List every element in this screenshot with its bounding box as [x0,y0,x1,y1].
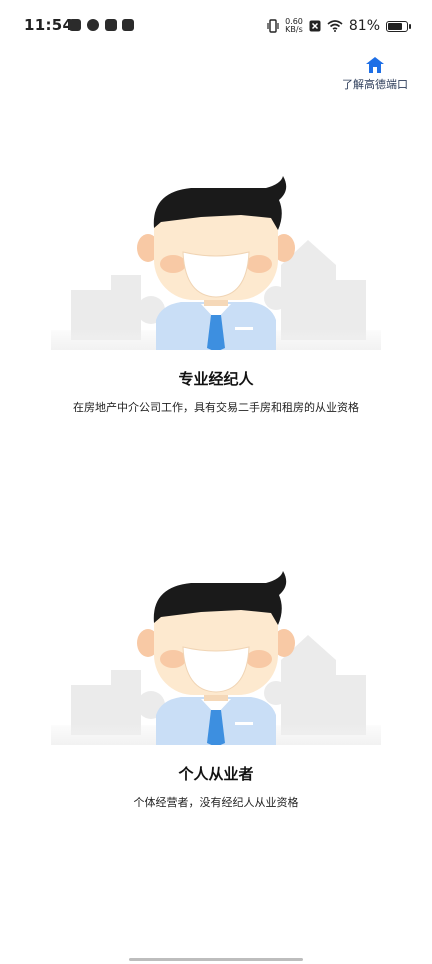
battery-icon [386,20,411,32]
notification-icon [69,19,81,31]
option-title: 专业经纪人 [178,370,254,388]
learn-about-link[interactable]: 了解高德端口 [340,56,410,92]
shopping-notification-icon [122,19,134,31]
option-description: 在房地产中介公司工作，具有交易二手房和租房的从业资格 [73,401,359,414]
agent-illustration-2 [51,571,381,745]
option-individual-practitioner[interactable]: 个人从业者 个体经营者，没有经纪人从业资格 [0,565,432,810]
home-indicator[interactable] [129,958,303,961]
house-icon [366,57,384,73]
vibrate-icon [267,19,279,33]
battery-level-fill [388,22,403,30]
notification-app-icon [87,19,99,31]
battery-percent: 81% [348,18,380,34]
network-speed-unit: KB/s [285,25,303,34]
status-time: 11:54 [24,16,74,34]
option-description: 个体经营者，没有经纪人从业资格 [133,796,299,809]
network-speed: 0.60 KB/s [285,18,303,34]
status-indicators: 0.60 KB/s 81% [267,16,411,36]
option-professional-agent[interactable]: 专业经纪人 在房地产中介公司工作，具有交易二手房和租房的从业资格 [0,170,432,415]
option-title: 个人从业者 [178,765,254,783]
no-sim-icon [309,20,321,32]
status-bar: 11:54 0.60 KB/s 81% [0,0,432,50]
wifi-icon [327,20,343,32]
learn-about-label: 了解高德端口 [342,78,408,91]
play-notification-icon [105,19,117,31]
agent-illustration-1 [51,176,381,350]
